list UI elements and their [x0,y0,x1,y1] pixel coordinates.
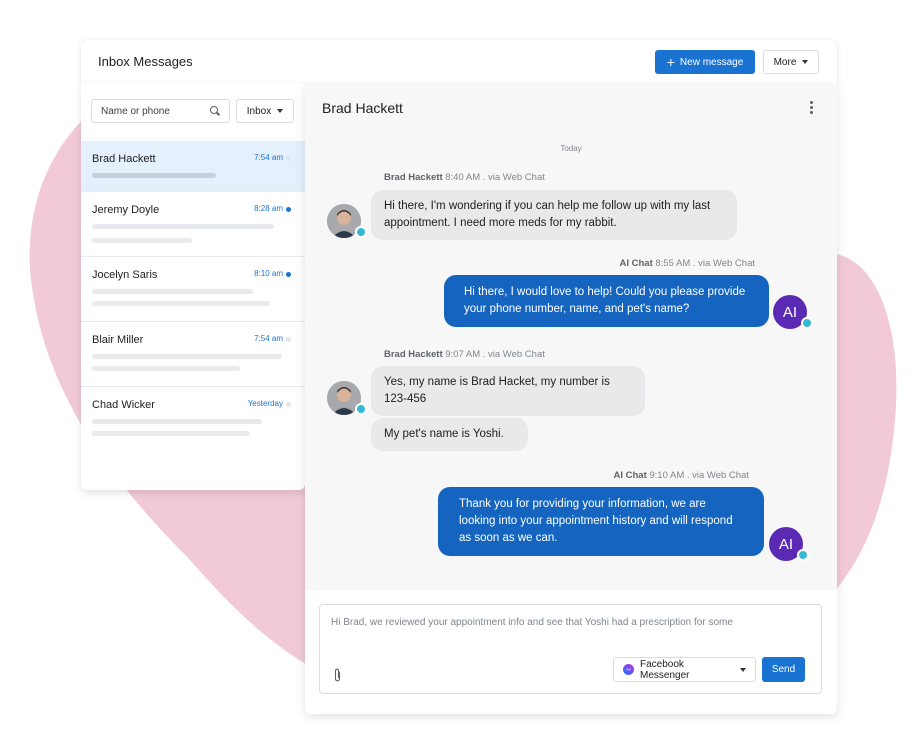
message-time: 8:55 AM . via Web Chat [655,258,755,269]
outgoing-message-bubble: Thank you for providing your information… [438,487,764,556]
preview-placeholder [92,224,274,229]
page-title: Inbox Messages [98,54,193,69]
sender-name: AI Chat [619,258,653,269]
incoming-message-bubble: Hi there, I'm wondering if you can help … [371,190,737,240]
outgoing-message-bubble: Hi there, I would love to help! Could yo… [444,275,769,327]
read-indicator [286,402,291,407]
conversation-name: Chad Wicker [92,399,155,411]
preview-placeholder [92,419,262,424]
chevron-down-icon [740,667,746,672]
chevron-down-icon [802,60,809,64]
conversation-name: Jeremy Doyle [92,204,160,216]
send-button[interactable]: Send [762,657,805,682]
web-chat-icon [797,549,809,561]
plus-icon: + [666,54,675,70]
conversation-name: Blair Miller [92,334,144,346]
preview-placeholder [92,301,270,306]
conversation-name: Brad Hackett [92,153,156,165]
chat-header: Brad Hackett [305,84,837,128]
web-chat-icon [355,403,367,415]
web-chat-icon [801,317,813,329]
read-indicator [286,156,291,161]
inbox-filter-label: Inbox [246,105,272,117]
read-indicator [286,337,291,342]
message-meta: AI Chat 8:55 AM . via Web Chat [619,258,755,269]
sender-name: AI Chat [613,470,647,481]
preview-placeholder [92,431,250,436]
conversation-item[interactable]: Jeremy Doyle 8:28 am [81,192,305,257]
conversation-time: Yesterday [247,399,283,408]
conversation-name: Jocelyn Saris [92,269,158,281]
chat-title: Brad Hackett [322,100,403,116]
conversation-item[interactable]: Brad Hackett 7:54 am [81,141,305,192]
channel-label: Facebook Messenger [640,658,690,681]
more-button[interactable]: More [763,50,819,74]
more-label: More [773,56,797,68]
conversation-item[interactable]: Jocelyn Saris 8:10 am [81,257,305,322]
sender-name: Brad Hackett [384,349,443,360]
message-meta: Brad Hackett 8:40 AM . via Web Chat [384,172,545,183]
date-separator: Today [560,144,582,153]
message-time: 8:40 AM . via Web Chat [445,172,545,183]
conversation-time: 7:54 am [254,153,283,162]
message-meta: AI Chat 9:10 AM . via Web Chat [613,470,749,481]
message-time: 9:10 AM . via Web Chat [649,470,749,481]
channel-select[interactable]: Facebook Messenger [613,657,756,682]
conversation-time: 7:54 am [254,334,283,343]
inbox-filter-select[interactable]: Inbox [236,99,294,123]
message-composer[interactable]: Hi Brad, we reviewed your appointment in… [319,604,822,694]
sender-name: Brad Hackett [384,172,443,183]
preview-placeholder [92,173,216,178]
conversation-item[interactable]: Blair Miller 7:54 am [81,322,305,387]
preview-placeholder [92,289,253,294]
search-placeholder: Name or phone [101,105,170,117]
conversation-item[interactable]: Chad Wicker Yesterday [81,387,305,452]
message-meta: Brad Hackett 9:07 AM . via Web Chat [384,349,545,360]
unread-indicator [286,207,291,212]
preview-placeholder [92,238,192,243]
preview-placeholder [92,366,240,371]
message-thread: Today Brad Hackett 8:40 AM . via Web Cha… [305,128,837,590]
web-chat-icon [355,226,367,238]
new-message-label: New message [679,56,744,68]
search-icon [210,106,220,116]
incoming-message-bubble: My pet's name is Yoshi. [371,418,528,451]
conversation-time: 8:10 am [254,269,283,278]
search-input[interactable]: Name or phone [91,99,230,123]
unread-indicator [286,272,291,277]
preview-placeholder [92,354,282,359]
more-options-icon[interactable] [810,101,813,116]
message-time: 9:07 AM . via Web Chat [445,349,545,360]
chevron-down-icon [277,109,284,113]
conversation-time: 8:28 am [254,204,283,213]
new-message-button[interactable]: + New message [655,50,755,74]
chat-panel: Brad Hackett Today Brad Hackett 8:40 AM … [305,84,837,714]
inbox-header: Inbox Messages + New message More [81,40,837,84]
conversation-list-panel: Name or phone Inbox Brad Hackett 7:54 am… [81,84,305,490]
messenger-icon [623,664,634,675]
message-input[interactable]: Hi Brad, we reviewed your appointment in… [331,617,733,628]
incoming-message-bubble: Yes, my name is Brad Hacket, my number i… [371,366,645,416]
paperclip-icon[interactable] [333,668,342,682]
